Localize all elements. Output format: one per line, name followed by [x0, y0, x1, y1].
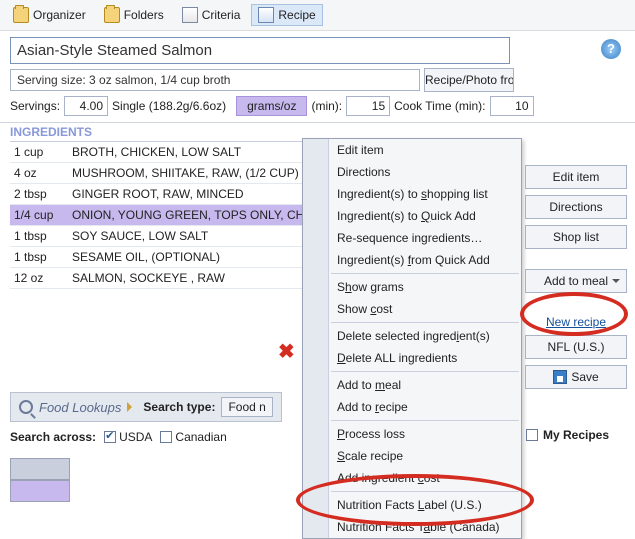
ingredient-qty: 4 oz — [10, 163, 68, 184]
menu-item[interactable]: Nutrition Facts Table (Canada) — [303, 516, 521, 538]
search-type-dropdown[interactable]: Food n — [221, 397, 272, 417]
recipe-name-input[interactable]: Asian-Style Steamed Salmon — [10, 37, 510, 64]
new-recipe-link[interactable]: New recipe — [517, 315, 635, 329]
menu-item[interactable]: Ingredient(s) from Quick Add — [303, 249, 521, 271]
food-lookups-title: Food Lookups — [39, 400, 121, 415]
checkbox-checked-icon — [104, 431, 116, 443]
servings-input[interactable]: 4.00 — [64, 96, 108, 116]
usda-checkbox[interactable]: USDA — [104, 430, 152, 444]
folders-label: Folders — [124, 8, 164, 22]
recipe-button[interactable]: Recipe — [251, 4, 322, 26]
directions-button[interactable]: Directions — [525, 195, 627, 219]
single-serving-label: Single (188.2g/6.6oz) — [112, 99, 226, 113]
cook-time-label: Cook Time (min): — [394, 99, 485, 113]
prep-time-input[interactable]: 15 — [346, 96, 390, 116]
swatch-grey — [10, 458, 70, 480]
menu-item[interactable]: Show grams — [303, 276, 521, 298]
search-across-label: Search across: — [10, 430, 96, 444]
expand-icon — [127, 402, 137, 412]
criteria-label: Criteria — [202, 8, 241, 22]
checkbox-icon — [160, 431, 172, 443]
help-icon[interactable]: ? — [601, 39, 621, 59]
canadian-checkbox[interactable]: Canadian — [160, 430, 226, 444]
ingredient-qty: 12 oz — [10, 268, 68, 289]
folders-icon — [104, 7, 120, 23]
edit-item-button[interactable]: Edit item — [525, 165, 627, 189]
menu-separator — [331, 371, 519, 372]
recipe-photo-button[interactable]: Recipe/Photo from — [424, 68, 514, 92]
save-label: Save — [571, 370, 598, 384]
organizer-button[interactable]: Organizer — [6, 4, 93, 26]
usda-label: USDA — [119, 430, 152, 444]
menu-item[interactable]: Edit item — [303, 139, 521, 161]
servings-label: Servings: — [10, 99, 60, 113]
menu-item[interactable]: Delete ALL ingredients — [303, 347, 521, 369]
search-type-label: Search type: — [143, 400, 215, 414]
shop-list-button[interactable]: Shop list — [525, 225, 627, 249]
ingredient-qty: 1 tbsp — [10, 247, 68, 268]
my-recipes-checkbox[interactable]: My Recipes — [526, 428, 609, 442]
ingredient-qty: 1 cup — [10, 142, 68, 163]
canadian-label: Canadian — [175, 430, 226, 444]
swatch-lavender — [10, 480, 70, 502]
criteria-button[interactable]: Criteria — [175, 4, 248, 26]
organizer-icon — [13, 7, 29, 23]
save-disk-icon — [553, 370, 567, 384]
nfl-us-button[interactable]: NFL (U.S.) — [525, 335, 627, 359]
menu-item[interactable]: Ingredient(s) to shopping list — [303, 183, 521, 205]
menu-item[interactable]: Directions — [303, 161, 521, 183]
food-lookup-panel: Food Lookups Search type: Food n Search … — [10, 392, 510, 502]
criteria-icon — [182, 7, 198, 23]
ingredient-qty: 1/4 cup — [10, 205, 68, 226]
recipe-icon — [258, 7, 274, 23]
search-icon — [19, 400, 33, 414]
menu-separator — [331, 322, 519, 323]
serving-size-input[interactable]: Serving size: 3 oz salmon, 1/4 cup broth — [10, 69, 420, 91]
recipe-label: Recipe — [278, 8, 315, 22]
save-button[interactable]: Save — [525, 365, 627, 389]
menu-item[interactable]: Re-sequence ingredients… — [303, 227, 521, 249]
ingredient-qty: 2 tbsp — [10, 184, 68, 205]
food-lookups-tab[interactable]: Food Lookups Search type: Food n — [10, 392, 282, 422]
top-toolbar: Organizer Folders Criteria Recipe — [0, 0, 635, 31]
menu-item[interactable]: Delete selected ingredient(s) — [303, 325, 521, 347]
delete-icon: ✖ — [278, 339, 295, 364]
menu-item[interactable]: Show cost — [303, 298, 521, 320]
menu-item[interactable]: Ingredient(s) to Quick Add — [303, 205, 521, 227]
folders-button[interactable]: Folders — [97, 4, 171, 26]
organizer-label: Organizer — [33, 8, 86, 22]
prep-min-label: (min): — [311, 99, 342, 113]
checkbox-icon — [526, 429, 538, 441]
add-to-meal-dropdown[interactable]: Add to meal — [525, 269, 627, 293]
ingredient-qty: 1 tbsp — [10, 226, 68, 247]
right-panel: ? Edit item Directions Shop list Add to … — [517, 33, 635, 539]
grams-oz-toggle[interactable]: grams/oz — [236, 96, 307, 116]
color-swatches — [10, 458, 510, 502]
my-recipes-label: My Recipes — [543, 428, 609, 442]
menu-separator — [331, 273, 519, 274]
